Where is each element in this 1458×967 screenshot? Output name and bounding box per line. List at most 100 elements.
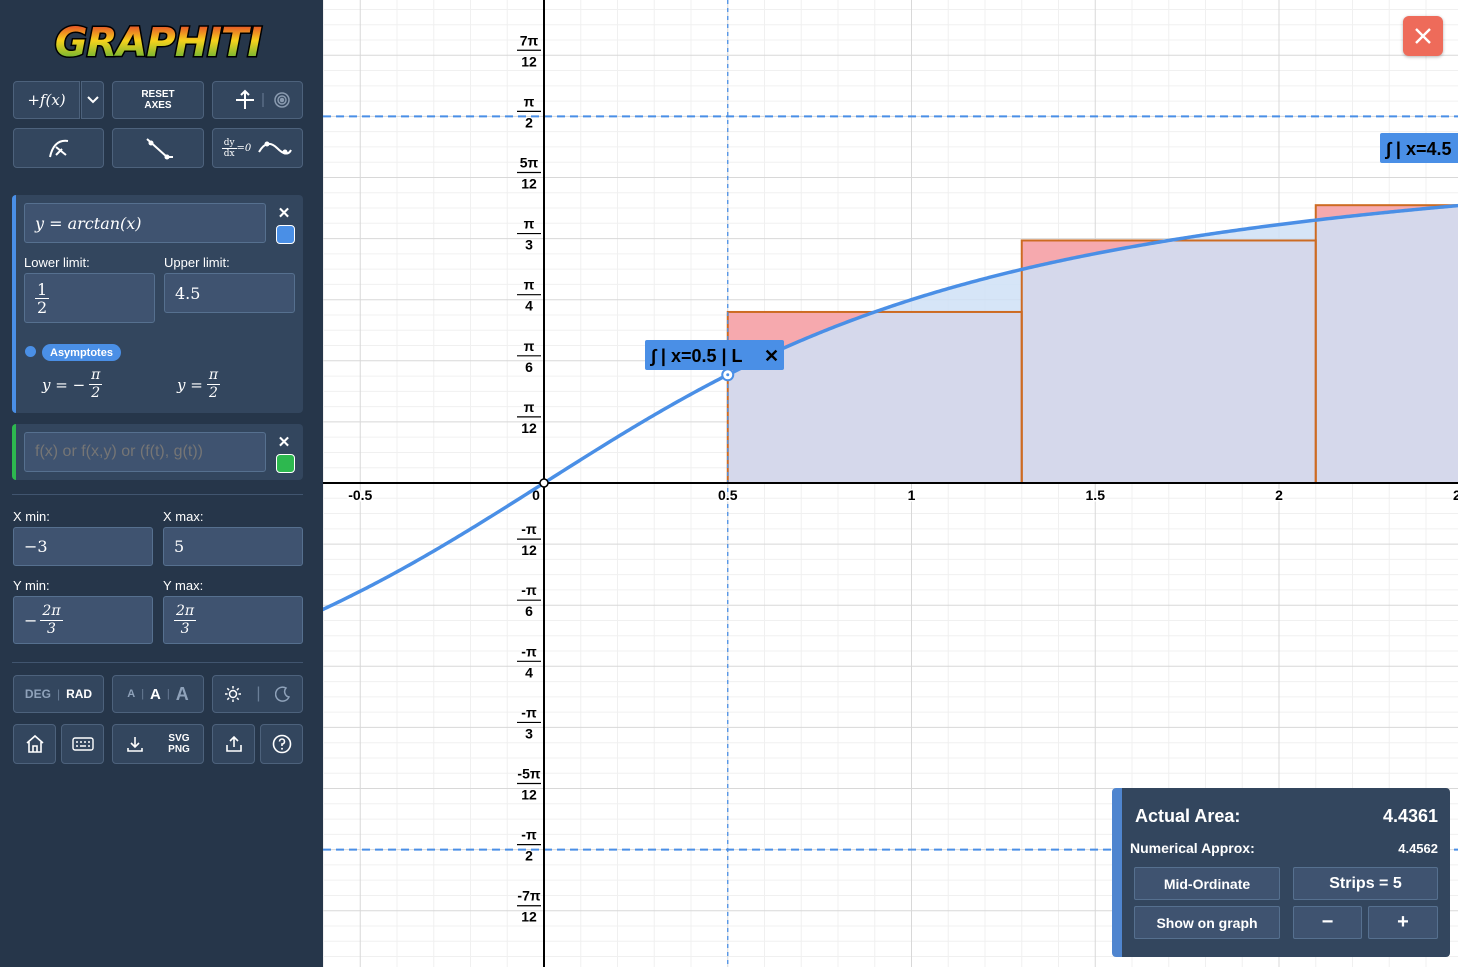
- curve-point-icon: [48, 139, 68, 158]
- y-tick-denominator: 12: [521, 420, 537, 436]
- lower-limit-label[interactable]: ∫ | x=0.5 | L ✕: [645, 340, 784, 370]
- function-card-1-strip: [12, 195, 16, 413]
- y-tick-numerator: -π: [521, 827, 537, 843]
- plus-icon: +: [1397, 911, 1409, 933]
- y-tick-label: π4: [517, 277, 541, 314]
- download-button[interactable]: SVG PNG: [112, 724, 204, 764]
- ymin-fraction: 2π 3: [40, 602, 63, 637]
- font-size-large[interactable]: A: [176, 684, 189, 705]
- help-button[interactable]: [260, 724, 303, 764]
- function-2-input[interactable]: [24, 432, 266, 472]
- add-function-button[interactable]: +f(x): [13, 81, 80, 119]
- show-on-graph-button[interactable]: Show on graph: [1134, 906, 1280, 939]
- pan-target-toggle[interactable]: [212, 81, 303, 119]
- x-tick-label: 2: [1275, 487, 1283, 503]
- close-button[interactable]: [1403, 16, 1443, 56]
- upper-limit-label[interactable]: ∫ | x=4.5: [1380, 133, 1458, 163]
- y-tick-denominator: 12: [521, 175, 537, 191]
- function-1-input[interactable]: y = arctan(x): [24, 203, 266, 243]
- x-tick-label: -0.5: [348, 487, 372, 503]
- show-on-graph-label: Show on graph: [1156, 914, 1258, 931]
- stationary-points-button[interactable]: dy dx =0: [212, 128, 303, 168]
- tangent-line-button[interactable]: [112, 128, 204, 168]
- deg-option[interactable]: DEG: [25, 687, 51, 701]
- delete-function-1-button[interactable]: ✕: [274, 203, 294, 223]
- point-on-curve-button[interactable]: [13, 128, 104, 168]
- rad-option[interactable]: RAD: [66, 687, 92, 701]
- close-icon[interactable]: ✕: [764, 346, 779, 366]
- x-tick-labels: -1-0.500.511.522.533.544.5: [347, 486, 1458, 505]
- numerical-approx-label: Numerical Approx:: [1130, 840, 1255, 856]
- xmax-input[interactable]: 5: [163, 527, 303, 566]
- theme-toggle[interactable]: |: [212, 675, 303, 713]
- sun-icon[interactable]: [224, 685, 242, 703]
- ymax-label: Y max:: [163, 578, 204, 593]
- strips-label: Strips = 5: [1329, 874, 1402, 892]
- logo-text: GRAPHITI: [55, 20, 263, 66]
- xmax-label: X max:: [163, 509, 204, 524]
- y-tick-label: -7π12: [517, 888, 541, 925]
- ymin-input[interactable]: − 2π 3: [13, 596, 153, 644]
- target-icon: [273, 92, 290, 108]
- y-tick-numerator: -π: [521, 582, 537, 598]
- y-tick-numerator: 7π: [520, 32, 539, 48]
- y-tick-numerator: π: [524, 216, 535, 232]
- y-tick-denominator: 12: [521, 787, 537, 803]
- y-tick-numerator: π: [524, 338, 535, 354]
- reset-axes-button[interactable]: RESET AXES: [112, 81, 204, 119]
- font-size-medium[interactable]: A: [150, 686, 161, 703]
- graphiti-logo: GRAPHITI: [53, 19, 265, 68]
- actual-area-label: Actual Area:: [1135, 806, 1241, 826]
- asymptotes-dot: [25, 346, 36, 357]
- method-select-button[interactable]: Mid-Ordinate: [1134, 867, 1280, 900]
- y-tick-denominator: 6: [525, 603, 533, 619]
- home-icon: [25, 734, 44, 753]
- moon-icon[interactable]: [274, 686, 291, 702]
- add-function-label: +f(x): [27, 91, 66, 109]
- function-1-color-swatch[interactable]: [276, 225, 295, 244]
- pan-target-icons: [235, 89, 290, 109]
- asymptotes-toggle[interactable]: Asymptotes: [42, 344, 121, 361]
- lower-limit-input[interactable]: 12: [24, 273, 155, 323]
- y-tick-denominator: 12: [521, 53, 537, 69]
- upper-limit-input[interactable]: 4.5: [164, 273, 295, 313]
- chevron-down-icon: [86, 96, 99, 104]
- home-button[interactable]: [13, 724, 56, 764]
- derivative-label: dy dx =0: [221, 137, 252, 159]
- keyboard-button[interactable]: [61, 724, 104, 764]
- y-tick-denominator: 12: [521, 909, 537, 925]
- increase-strips-button[interactable]: +: [1368, 906, 1438, 939]
- angle-mode-toggle[interactable]: DEG | RAD: [13, 675, 104, 713]
- y-tick-denominator: 6: [525, 359, 533, 375]
- y-tick-denominator: 4: [525, 298, 533, 314]
- delete-function-2-button[interactable]: ✕: [274, 432, 294, 452]
- y-tick-labels: 7π12π25π12π3π4π6π12-π12-π6-π4-π3-5π12-π2…: [517, 32, 541, 925]
- upper-limit-value: 4.5: [175, 283, 201, 303]
- share-icon: [225, 735, 242, 752]
- y-tick-label: -π 6: [517, 582, 541, 619]
- app-window: GRAPHITI +f(x) RESET AXES dy dx =0 y = a…: [0, 0, 1458, 967]
- y-tick-label: 7π12: [517, 32, 541, 69]
- limit-point-center: [726, 373, 730, 377]
- stationary-curve-icon: [258, 141, 293, 155]
- font-size-toggle[interactable]: A | A | A: [112, 675, 204, 713]
- function-card-2: ✕: [12, 424, 303, 480]
- y-tick-numerator: π: [524, 399, 535, 415]
- reset-axes-label-2: AXES: [144, 100, 172, 111]
- x-tick-label: 1: [908, 487, 916, 503]
- function-2-color-swatch[interactable]: [276, 454, 295, 473]
- ymax-input[interactable]: 2π 3: [163, 596, 303, 644]
- y-tick-label: 5π12: [517, 154, 541, 191]
- function-card-2-strip: [12, 424, 16, 480]
- keyboard-icon: [71, 737, 94, 751]
- xmin-input[interactable]: −3: [13, 527, 153, 566]
- y-tick-denominator: 3: [525, 237, 533, 253]
- strips-count: Strips = 5: [1293, 867, 1438, 900]
- font-size-small[interactable]: A: [127, 688, 135, 700]
- y-tick-denominator: 3: [525, 725, 533, 741]
- share-button[interactable]: [212, 724, 255, 764]
- lower-limit-label: Lower limit:: [24, 255, 90, 270]
- add-function-dropdown[interactable]: [81, 81, 104, 119]
- decrease-strips-button[interactable]: −: [1293, 906, 1362, 939]
- y-tick-label: -π 3: [517, 704, 541, 741]
